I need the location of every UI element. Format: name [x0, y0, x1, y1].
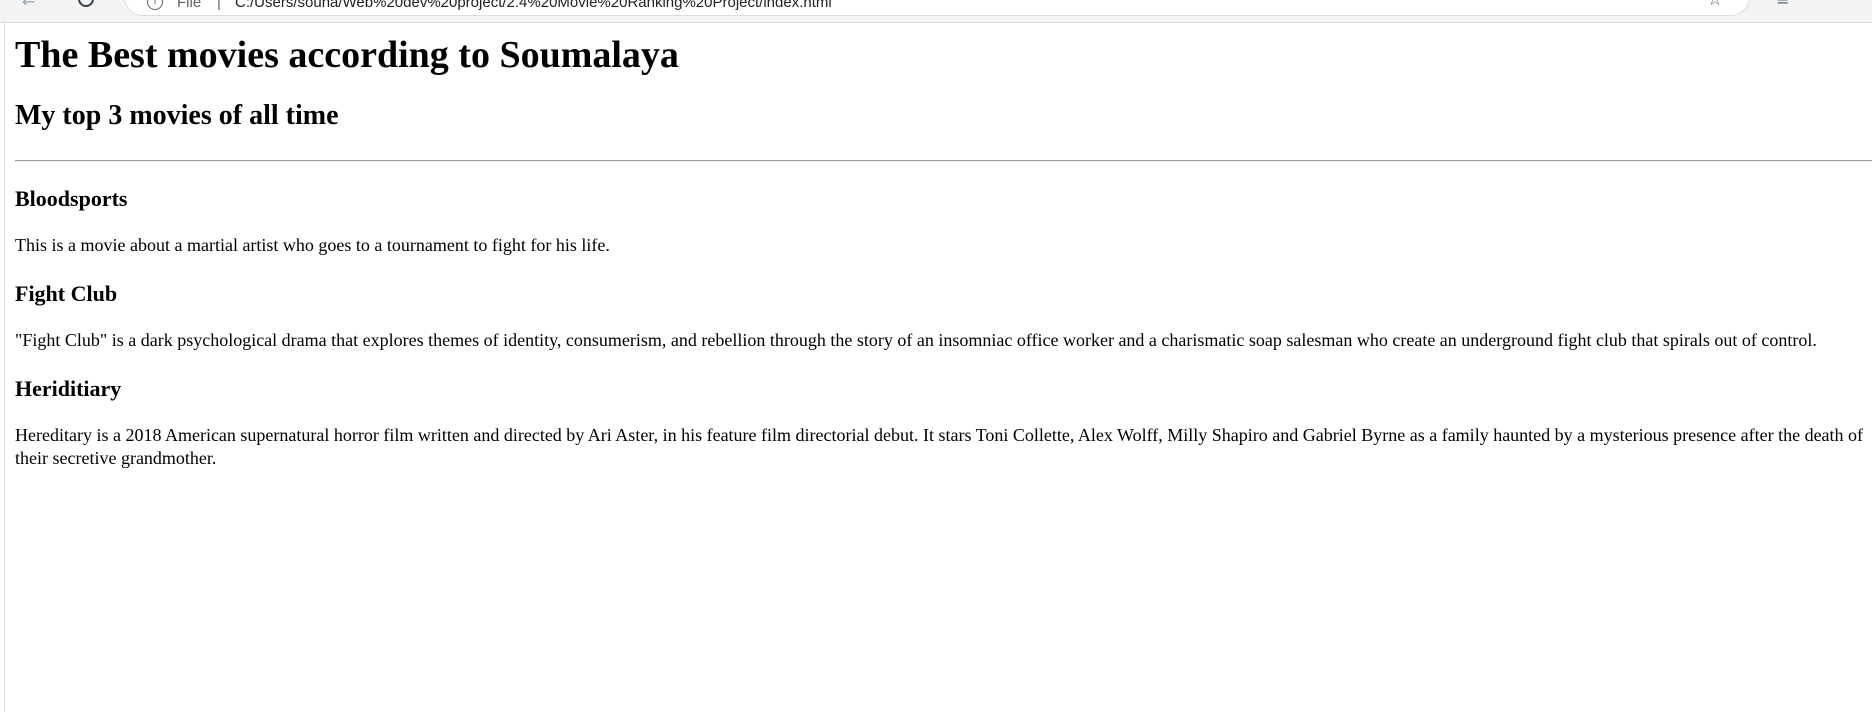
- bookmark-star-icon[interactable]: ☆: [1707, 0, 1723, 10]
- movie-item: Bloodsports This is a movie about a mart…: [15, 186, 1872, 257]
- movie-description: Hereditary is a 2018 American supernatur…: [15, 425, 1864, 468]
- page-subtitle: My top 3 movies of all time: [15, 100, 339, 131]
- divider: [15, 160, 1872, 162]
- scheme-label: File: [177, 0, 202, 11]
- page-content: The Best movies according to Soumalaya M…: [15, 23, 1872, 470]
- movie-item: Fight Club "Fight Club" is a dark psycho…: [15, 281, 1872, 352]
- browser-toolbar: ← i File | C:/Users/souna/Web%20dev%20pr…: [0, 0, 1872, 23]
- reading-list-icon[interactable]: ≡: [1776, 0, 1789, 9]
- address-bar[interactable]: i File | C:/Users/souna/Web%20dev%20proj…: [124, 0, 1750, 16]
- page-title: The Best movies according to Soumalaya: [15, 34, 679, 76]
- movie-title: Bloodsports: [15, 186, 128, 211]
- movie-item: Heriditiary Hereditary is a 2018 America…: [15, 376, 1872, 470]
- movie-description: "Fight Club" is a dark psychological dra…: [15, 330, 1817, 350]
- url-separator: |: [217, 0, 221, 11]
- url-text[interactable]: C:/Users/souna/Web%20dev%20project/2.4%2…: [235, 0, 832, 11]
- info-icon[interactable]: i: [147, 0, 163, 10]
- back-arrow-icon[interactable]: ←: [22, 0, 35, 11]
- movie-title: Heriditiary: [15, 376, 122, 401]
- page-viewport: The Best movies according to Soumalaya M…: [4, 23, 1872, 712]
- reload-icon[interactable]: [78, 0, 94, 7]
- movie-title: Fight Club: [15, 281, 118, 306]
- movie-description: This is a movie about a martial artist w…: [15, 235, 610, 255]
